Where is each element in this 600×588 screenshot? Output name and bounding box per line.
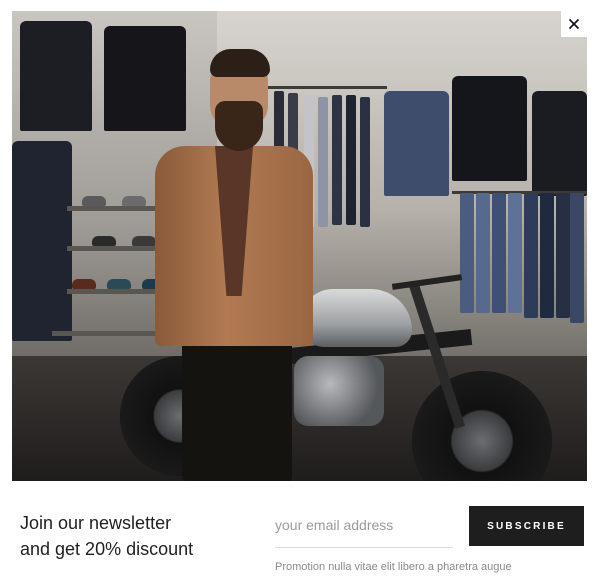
hanging-jacket: [452, 76, 527, 181]
hero-image: [12, 11, 587, 481]
shoe: [82, 196, 106, 206]
hanging-jacket: [384, 91, 449, 196]
hanging-shirt: [360, 97, 370, 227]
hanging-shirt: [556, 193, 570, 318]
man-beard: [215, 101, 263, 151]
hanging-shirt: [318, 97, 328, 227]
hanging-shirt: [540, 193, 554, 318]
headline-line-1: Join our newsletter: [20, 513, 172, 533]
close-button[interactable]: [561, 11, 587, 37]
hanging-shirt: [476, 193, 490, 313]
hanging-shirt: [524, 193, 538, 318]
hanging-shirt: [346, 95, 356, 225]
motorcycle-tank: [300, 289, 412, 347]
subscribe-button[interactable]: SUBSCRIBE: [469, 506, 584, 546]
email-input[interactable]: [275, 505, 453, 545]
hanging-jacket: [20, 21, 92, 131]
hanging-shirt: [332, 95, 342, 225]
clothing-rail: [267, 86, 387, 89]
shoe: [72, 279, 96, 289]
hanging-shirt: [492, 193, 506, 313]
hanging-shirt: [570, 193, 584, 323]
hanging-shirt: [508, 193, 522, 313]
hanging-shirt: [460, 193, 474, 313]
email-field-wrapper: [275, 505, 453, 548]
man-trousers: [182, 331, 292, 481]
shoe: [132, 236, 156, 246]
headline-line-2: and get 20% discount: [20, 539, 194, 559]
newsletter-headline: Join our newsletter and get 20% discount: [20, 510, 250, 562]
motorcycle-engine: [294, 356, 384, 426]
shoe: [92, 236, 116, 246]
shoe: [122, 196, 146, 206]
close-icon: [568, 18, 580, 30]
shoe: [107, 279, 131, 289]
hanging-jacket: [12, 141, 72, 341]
hanging-jacket: [532, 91, 587, 196]
promotion-text: Promotion nulla vitae elit libero a phar…: [275, 561, 512, 573]
hanging-jacket: [104, 26, 186, 131]
man-hair: [210, 49, 270, 77]
